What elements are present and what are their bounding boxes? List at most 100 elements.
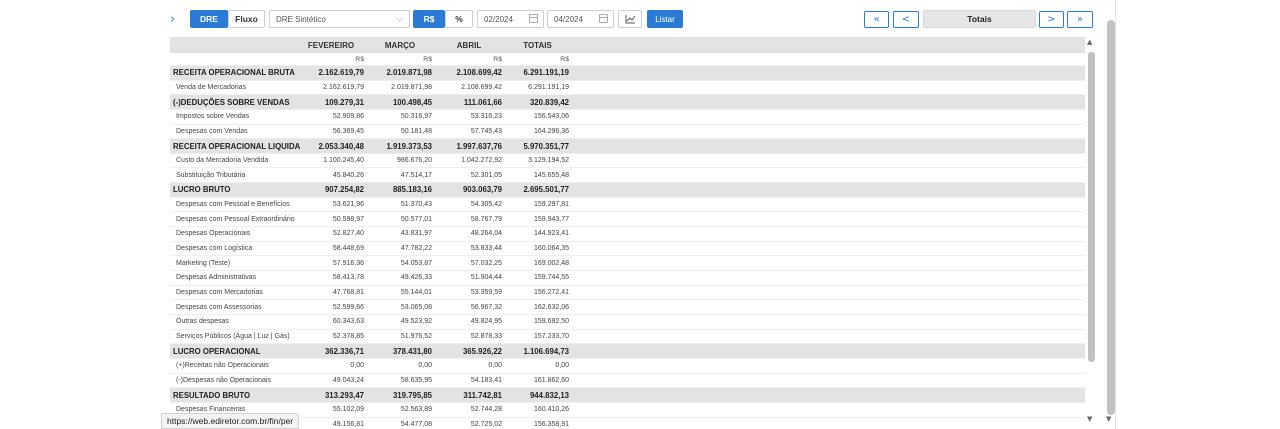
section-row: RECEITA OPERACIONAL LIQUIDA 2.053.340,48 1… [170,139,1085,154]
row-label: Venda de Mercadorias [176,83,247,91]
table-row: Despesas com Logística 58.448,69 47.782,22… [170,242,1085,257]
calendar-icon[interactable] [529,14,538,23]
currency-row: R$ R$ R$ R$ [170,53,1085,66]
currency-label: R$ [423,55,432,63]
value-cell: 156.358,91 [533,420,569,428]
row-label: Despesas com Pessoal Extraordinário [176,215,295,223]
currency-label: R$ [355,55,364,63]
pager-prev-button[interactable]: < [893,11,919,28]
value-cell: 365.926,22 [462,346,502,356]
currency-toggle[interactable]: R$ [413,10,445,28]
row-label: RECEITA OPERACIONAL LIQUIDA [173,141,301,151]
value-cell: 58.635,95 [400,376,432,384]
value-cell: 47.514,17 [400,171,432,179]
value-cell: 159.943,77 [533,215,569,223]
row-label: RECEITA OPERACIONAL BRUTA [173,68,295,78]
value-cell: 1.919.373,53 [386,141,432,151]
row-label: LUCRO BRUTO [173,185,231,195]
value-cell: 156.543,06 [533,113,569,121]
section-row: RESULTADO BRUTO 313.293,47 319.795,85 311.7… [170,388,1085,403]
value-cell: 58.448,69 [332,245,364,253]
value-cell: 313.293,47 [324,390,364,400]
pager-last-button[interactable]: » [1067,11,1093,28]
chevron-right-icon[interactable]: › [170,12,175,27]
table-row: Custo da Mercadoria Vendida 1.100.245,40 9… [170,154,1085,169]
value-cell: 885.183,16 [392,185,432,195]
value-cell: 907.254,82 [324,185,364,195]
value-cell: 0,00 [555,362,569,370]
value-cell: 58.413,78 [332,274,364,282]
value-cell: 54.183,41 [470,376,502,384]
value-cell: 100.498,45 [392,97,432,107]
table-row: Despesas com Pessoal e Benefícios 53.621,… [170,198,1085,213]
value-cell: 48.264,04 [470,230,502,238]
toolbar: › DRE Fluxo DRE Sintético ⌵ R$ % 02/2024… [0,0,1280,38]
percent-toggle[interactable]: % [445,10,473,28]
value-cell: 1.106.694,73 [523,346,569,356]
scroll-up-icon[interactable]: ▲ [1087,38,1092,46]
scrollbar-thumb[interactable] [1088,52,1095,362]
scroll-down-icon[interactable]: ▼ [1087,415,1092,423]
value-cell: 2.108.699,42 [456,68,502,78]
calendar-icon[interactable] [599,14,608,23]
date-from-field[interactable]: 02/2024 [477,10,544,28]
column-header: MARÇO [384,40,416,50]
value-cell: 49.426,33 [400,274,432,282]
page-scrollbar-thumb[interactable] [1107,20,1115,415]
report-select-value: DRE Sintético [276,14,326,24]
value-cell: 49.523,92 [400,318,432,326]
value-cell: 49.824,95 [470,318,502,326]
value-cell: 47.768,81 [332,289,364,297]
value-cell: 157.233,70 [533,332,569,340]
row-label: Despesas com Pessoal e Benefícios [176,201,290,209]
table-row: Outras despesas 60.343,63 49.523,92 49.824,… [170,315,1085,330]
table-row: Serviços Públicos (Água | Luz | Gás) 52.3… [170,330,1085,345]
value-cell: 161.862,60 [533,376,569,384]
chevron-down-icon: ⌵ [396,14,403,23]
value-cell: 58.767,79 [470,215,502,223]
row-label: Despesas com Assessorias [176,303,262,311]
chart-button[interactable] [618,10,642,28]
table-row: Venda de Mercadorias 2.162.619,79 2.019.87… [170,81,1085,96]
value-cell: 56.369,45 [332,127,364,135]
value-cell: 986.676,20 [396,157,432,165]
date-from-value: 02/2024 [484,14,513,24]
row-label: Substituição Tributária [176,171,246,179]
row-label: Despesas Administrativas [176,274,257,282]
date-to-field[interactable]: 04/2024 [547,10,614,28]
table-row: Substituição Tributária 45.840,26 47.514,1… [170,169,1085,184]
table-row: Despesas Financeiras 55.102,09 52.563,89 52… [170,403,1085,418]
dre-table: FEVEREIRO MARÇO ABRIL TOTAIS R$ R$ R$ R$… [170,37,1085,429]
value-cell: 311.742,81 [463,390,502,400]
tab-dre[interactable]: DRE [190,10,228,28]
report-select[interactable]: DRE Sintético ⌵ [269,10,410,28]
row-label: Custo da Mercadoria Vendida [176,157,269,165]
value-cell: 47.782,22 [400,245,432,253]
row-label: (-)Despesas não Operacionais [176,376,271,384]
table-row: Despesas com Pessoal Extraordinário 50.59… [170,213,1085,228]
tab-fluxo[interactable]: Fluxo [228,10,265,28]
currency-label: R$ [493,55,502,63]
value-cell: 55.102,09 [332,406,364,414]
row-label: RESULTADO BRUTO [173,390,251,400]
value-cell: 52.725,02 [470,420,502,428]
row-label: LUCRO OPERACIONAL [173,346,261,356]
value-cell: 160.410,26 [533,406,569,414]
value-cell: 53.621,96 [332,201,364,209]
value-cell: 111.061,66 [463,97,502,107]
listar-button[interactable]: Listar [647,10,683,28]
value-cell: 57.916,36 [332,259,364,267]
pager-first-button[interactable]: « [864,11,889,28]
value-cell: 6.291.191,19 [523,68,569,78]
scroll-down-icon[interactable]: ▼ [1106,415,1111,423]
value-cell: 53.316,23 [470,113,502,121]
section-row: LUCRO OPERACIONAL 362.336,71 378.431,80 365… [170,344,1085,359]
value-cell: 50.181,48 [400,127,432,135]
value-cell: 2.053.340,48 [318,141,364,151]
row-label: Despesas com Logística [176,245,253,253]
pager-next-button[interactable]: > [1039,11,1064,28]
table-row: Impostos sobre Vendas 52.909,86 50.316,97 5… [170,110,1085,125]
value-cell: 56.967,32 [470,303,502,311]
value-cell: 45.840,26 [332,171,364,179]
table-header: FEVEREIRO MARÇO ABRIL TOTAIS [170,37,1085,53]
